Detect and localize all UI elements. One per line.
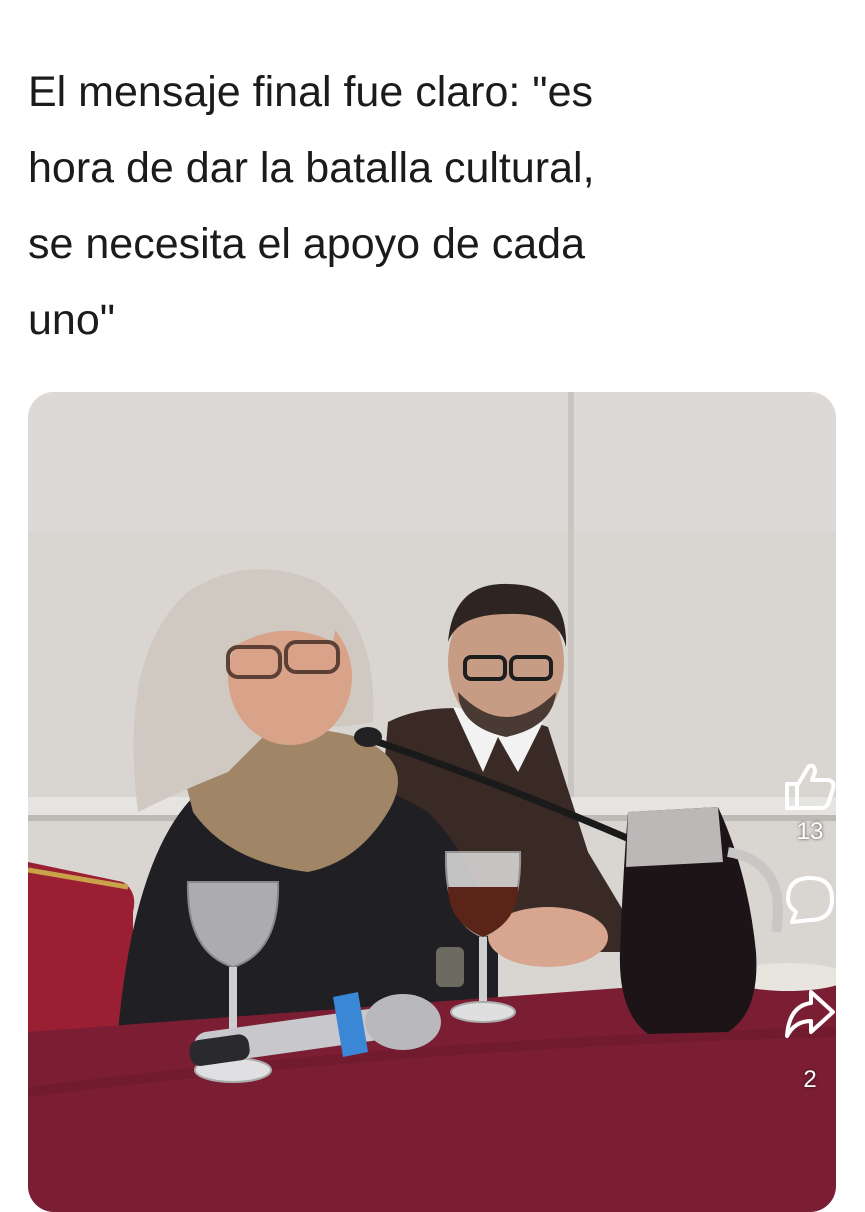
post-text-line: se necesita el apoyo de cada bbox=[28, 220, 586, 268]
share-count: 2 bbox=[803, 1066, 817, 1093]
like-count: 13 bbox=[796, 818, 824, 845]
action-bar: 13 2 bbox=[775, 760, 845, 1094]
video-frame bbox=[28, 392, 836, 1212]
post-text: El mensaje final fue claro: "es hora de … bbox=[28, 54, 828, 358]
comment-button[interactable] bbox=[782, 872, 838, 928]
like-button[interactable]: 13 bbox=[781, 760, 839, 846]
post-text-line: El mensaje final fue claro: "es bbox=[28, 68, 593, 116]
post-text-line: hora de dar la batalla cultural, bbox=[28, 144, 595, 192]
video-media[interactable] bbox=[28, 392, 836, 1212]
post-text-line: uno" bbox=[28, 296, 116, 344]
share-arrow-icon bbox=[781, 984, 839, 1042]
comment-bubble-icon bbox=[782, 872, 838, 928]
share-button[interactable]: 2 bbox=[781, 984, 839, 1094]
thumbs-up-icon bbox=[781, 760, 839, 812]
